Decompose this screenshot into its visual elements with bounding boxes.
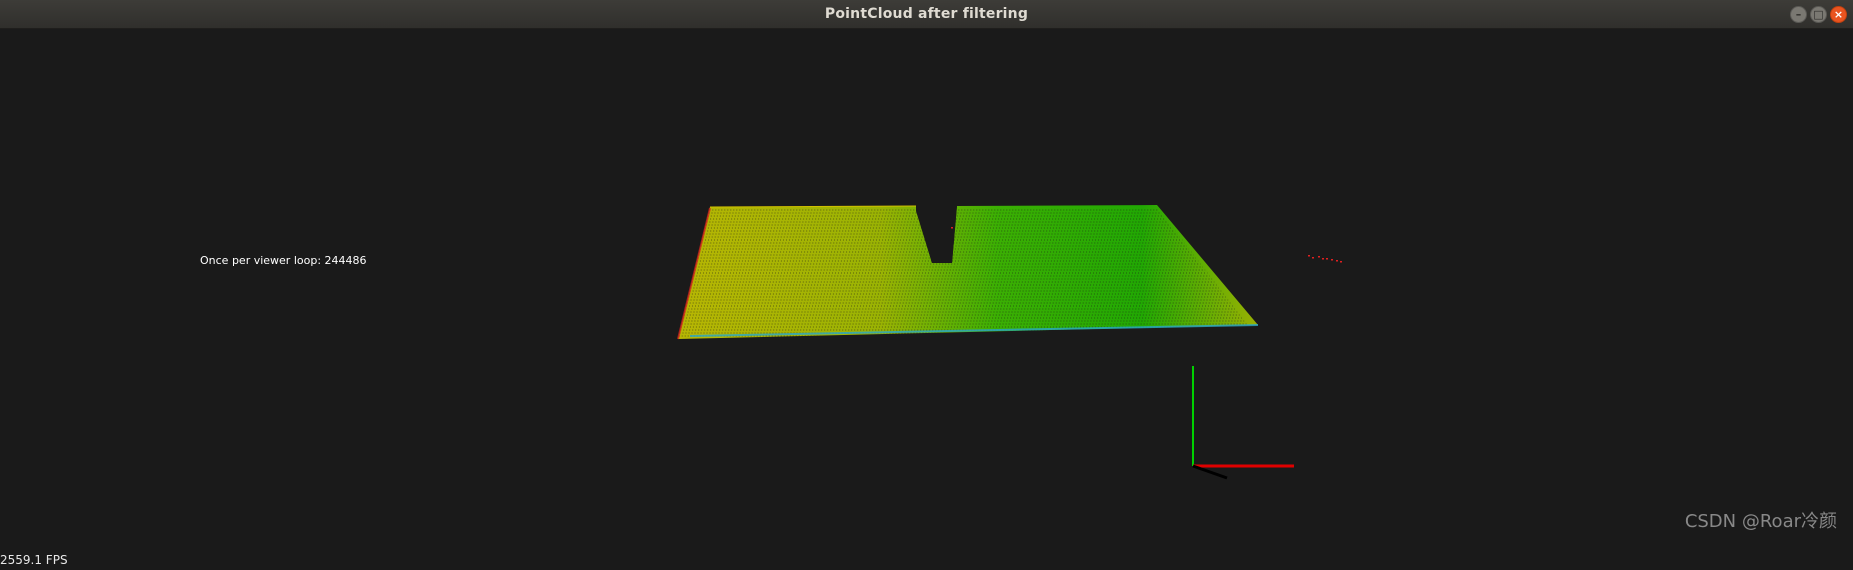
- point-cloud-canvas: [677, 205, 1342, 480]
- window-title: PointCloud after filtering: [824, 6, 1029, 22]
- render-viewport[interactable]: Once per viewer loop: 244486 2559.1 FPS: [0, 29, 1853, 570]
- cloud-plane: [678, 205, 1258, 339]
- outlier-point: [1308, 255, 1310, 257]
- outlier-point: [951, 227, 953, 229]
- minimize-button[interactable]: –: [1790, 6, 1807, 23]
- outlier-point: [1340, 261, 1342, 263]
- maximize-button[interactable]: □: [1810, 6, 1827, 23]
- outlier-point: [1336, 260, 1338, 262]
- watermark: CSDN @Roar冷颜: [1684, 511, 1837, 532]
- coordinate-axes: [1192, 366, 1294, 480]
- viewer-loop-text: Once per viewer loop: 244486: [200, 254, 367, 267]
- close-button[interactable]: ×: [1830, 6, 1847, 23]
- point-cloud: [677, 205, 1342, 340]
- fps-counter: 2559.1 FPS: [0, 553, 68, 567]
- maximize-icon: □: [1813, 8, 1824, 21]
- close-icon: ×: [1833, 8, 1844, 21]
- outlier-point: [1331, 259, 1333, 261]
- minimize-icon: –: [1795, 8, 1802, 21]
- outlier-point: [1312, 257, 1314, 259]
- axis-z: [1192, 464, 1228, 480]
- pcl-viewer-window: PointCloud after filtering – □ × Once pe…: [0, 0, 1853, 570]
- title-bar[interactable]: PointCloud after filtering – □ ×: [0, 0, 1853, 29]
- outlier-point: [1318, 256, 1320, 258]
- outlier-point: [1322, 258, 1324, 260]
- outlier-point: [1326, 258, 1328, 260]
